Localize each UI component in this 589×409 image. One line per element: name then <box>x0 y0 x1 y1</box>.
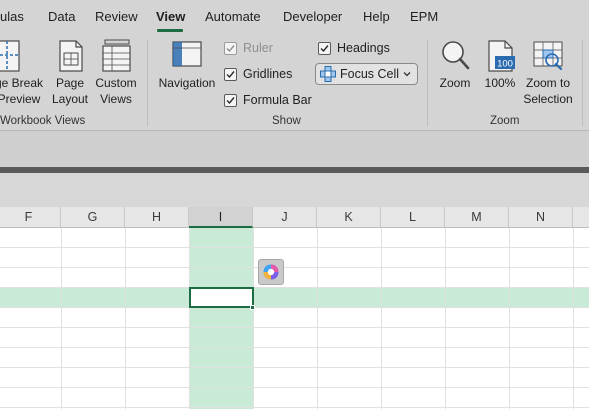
column-header-f[interactable]: F <box>0 207 61 228</box>
formula-bar-area[interactable] <box>0 131 589 167</box>
selected-column-highlight <box>189 228 253 409</box>
gridline <box>189 228 190 409</box>
zoom-100-icon-text: 100 <box>497 59 513 70</box>
page-break-preview-label-line2: Preview <box>0 92 41 106</box>
headings-checkbox[interactable]: Headings <box>318 40 390 56</box>
custom-views-icon <box>102 39 131 72</box>
gridline <box>0 327 589 328</box>
sheet-top-band <box>0 173 589 207</box>
gridline <box>0 407 589 408</box>
gridlines-label: Gridlines <box>243 67 293 81</box>
zoom-to-selection-label-line2: Selection <box>523 92 573 106</box>
zoom-button[interactable]: Zoom <box>435 38 475 108</box>
zoom-group-label: Zoom <box>490 115 520 127</box>
navigation-label: Navigation <box>158 76 216 90</box>
checkbox-box <box>224 93 237 107</box>
column-header-k[interactable]: K <box>317 207 381 228</box>
ribbon-separator <box>147 40 148 126</box>
magnifier-icon <box>442 41 470 70</box>
page-layout-icon <box>59 40 83 72</box>
cell-grid[interactable] <box>0 228 589 409</box>
tab-review[interactable]: Review <box>95 9 138 24</box>
active-tab-indicator <box>157 29 183 32</box>
page-break-preview-icon <box>0 40 20 72</box>
tab-view[interactable]: View <box>156 9 185 24</box>
zoom-100-icon: 100 <box>488 40 515 72</box>
focus-cell-button[interactable]: Focus Cell <box>315 63 418 85</box>
tab-automate[interactable]: Automate <box>205 9 261 24</box>
gridline <box>253 228 254 409</box>
tab-data[interactable]: Data <box>48 9 75 24</box>
zoom-to-selection-icon <box>533 41 563 71</box>
zoom-100-label: 100% <box>484 76 516 90</box>
zoom-100-button[interactable]: 100 100% <box>482 38 518 108</box>
focus-cell-label: Focus Cell <box>340 67 400 81</box>
gridline <box>0 307 589 308</box>
gridlines-checkbox[interactable]: Gridlines <box>224 66 292 82</box>
checkbox-box <box>224 41 237 55</box>
column-header-m[interactable]: M <box>445 207 509 228</box>
formula-bar-checkbox[interactable]: Formula Bar <box>224 92 312 108</box>
ribbon-separator <box>582 40 583 126</box>
column-header-n[interactable]: N <box>509 207 573 228</box>
gridline <box>0 247 589 248</box>
gridline <box>381 228 382 409</box>
chevron-down-icon[interactable] <box>402 68 412 80</box>
page-break-preview-button[interactable]: ge Break Preview <box>0 38 46 108</box>
tab-developer[interactable]: Developer <box>283 9 342 24</box>
gridline <box>0 347 589 348</box>
gridline <box>445 228 446 409</box>
ruler-label: Ruler <box>243 41 273 55</box>
tab-formulas[interactable]: ulas <box>0 9 24 24</box>
column-header-h[interactable]: H <box>125 207 189 228</box>
menu-bar: ulas Data Review View Automate Developer… <box>0 0 589 34</box>
custom-views-button[interactable]: Custom Views <box>94 38 138 108</box>
column-header-l[interactable]: L <box>381 207 445 228</box>
fill-handle[interactable] <box>250 305 255 310</box>
custom-views-label-line2: Views <box>100 92 132 106</box>
gridline <box>0 387 589 388</box>
gridline <box>573 228 574 409</box>
copilot-button[interactable] <box>258 259 284 285</box>
show-group-label: Show <box>272 115 301 127</box>
checkbox-box <box>318 41 331 55</box>
gridline <box>0 267 589 268</box>
custom-views-label-line1: Custom <box>95 76 137 90</box>
gridline <box>317 228 318 409</box>
selected-row-highlight <box>0 288 589 308</box>
gridline <box>125 228 126 409</box>
column-headers: F G H I J K L M N <box>0 207 589 228</box>
workbook-views-group-label: Workbook Views <box>0 115 86 127</box>
ribbon-separator <box>427 40 428 126</box>
gridline <box>0 287 589 288</box>
checkmark-icon <box>226 96 235 104</box>
zoom-to-selection-label-line1: Zoom to <box>525 76 570 90</box>
checkmark-icon <box>226 70 235 78</box>
copilot-icon <box>263 264 279 280</box>
page-break-preview-label-line1: ge Break <box>0 76 44 90</box>
checkmark-icon <box>320 44 329 52</box>
focus-cell-icon <box>320 66 336 82</box>
headings-label: Headings <box>337 41 390 55</box>
column-header-g[interactable]: G <box>61 207 125 228</box>
navigation-pane-icon <box>172 41 202 67</box>
gridline <box>509 228 510 409</box>
navigation-button[interactable]: Navigation <box>156 38 218 108</box>
gridline <box>61 228 62 409</box>
checkbox-box <box>224 67 237 81</box>
active-cell[interactable] <box>189 287 254 308</box>
zoom-to-selection-button[interactable]: Zoom to Selection <box>522 38 574 108</box>
zoom-label: Zoom <box>439 76 471 90</box>
page-layout-label-line1: Page <box>55 76 85 90</box>
page-layout-button[interactable]: Page Layout <box>50 38 90 108</box>
checkmark-icon <box>226 44 235 52</box>
ruler-checkbox[interactable]: Ruler <box>224 40 273 56</box>
tab-epm[interactable]: EPM <box>410 9 438 24</box>
formula-bar-label: Formula Bar <box>243 93 312 107</box>
column-header-i[interactable]: I <box>189 207 253 228</box>
gridline <box>0 367 589 368</box>
page-layout-label-line2: Layout <box>51 92 89 106</box>
tab-help[interactable]: Help <box>363 9 390 24</box>
column-header-j[interactable]: J <box>253 207 317 228</box>
